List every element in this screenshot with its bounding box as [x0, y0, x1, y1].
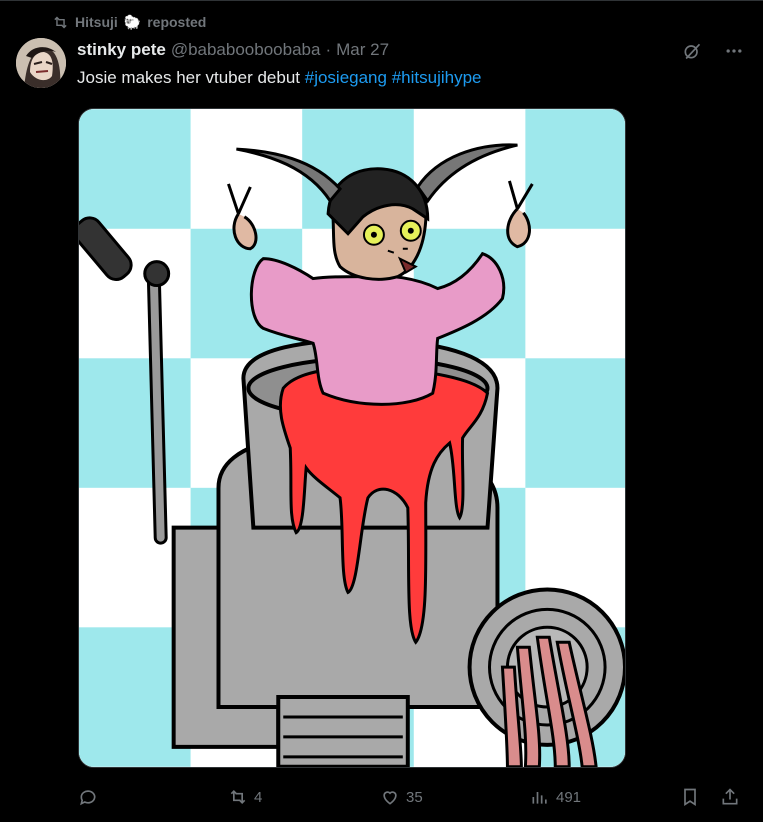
- tweet-date[interactable]: Mar 27: [336, 40, 389, 60]
- retweet-icon: [230, 789, 246, 805]
- author-name[interactable]: stinky pete: [77, 40, 166, 60]
- bookmark-icon: [684, 788, 696, 807]
- retweet-button[interactable]: 4: [228, 784, 262, 810]
- reposter-name[interactable]: Hitsuji: [75, 14, 118, 30]
- like-button[interactable]: 35: [380, 784, 423, 810]
- top-divider: [0, 0, 763, 1]
- tweet-actions: 4 35 491: [78, 784, 745, 810]
- retweet-count: 4: [254, 788, 263, 806]
- views-button[interactable]: 491: [530, 784, 581, 810]
- reply-icon: [80, 790, 96, 806]
- repost-indicator[interactable]: Hitsuji 🐑 reposted: [52, 12, 206, 32]
- hashtag-hitsujihype[interactable]: #hitsujihype: [392, 68, 482, 87]
- more-icon[interactable]: [723, 40, 745, 62]
- separator-dot: ·: [325, 40, 332, 59]
- top-actions: [681, 40, 745, 62]
- author-handle[interactable]: @bababooboobaba: [171, 40, 321, 60]
- share-icon: [722, 788, 738, 805]
- reply-button[interactable]: [78, 784, 104, 810]
- sheep-emoji: 🐑: [123, 13, 142, 30]
- views-icon: [532, 792, 547, 804]
- tweet-text: Josie makes her vtuber debut #josiegang …: [77, 68, 482, 88]
- hashtag-josiegang[interactable]: #josiegang: [305, 68, 387, 87]
- like-count: 35: [406, 788, 423, 806]
- repost-label: reposted: [147, 14, 207, 30]
- avatar[interactable]: [16, 38, 66, 88]
- repost-icon: [54, 16, 67, 28]
- grok-icon[interactable]: [681, 40, 703, 62]
- cartoon-image: [79, 109, 625, 767]
- share-button[interactable]: [720, 784, 740, 810]
- tweet-header: stinky pete @bababooboobaba · Mar 27: [77, 40, 673, 60]
- tweet-image[interactable]: [78, 108, 626, 768]
- bookmark-button[interactable]: [680, 784, 700, 810]
- views-count: 491: [556, 788, 582, 806]
- heart-icon: [383, 791, 397, 805]
- tweet-text-body: Josie makes her vtuber debut: [77, 68, 305, 87]
